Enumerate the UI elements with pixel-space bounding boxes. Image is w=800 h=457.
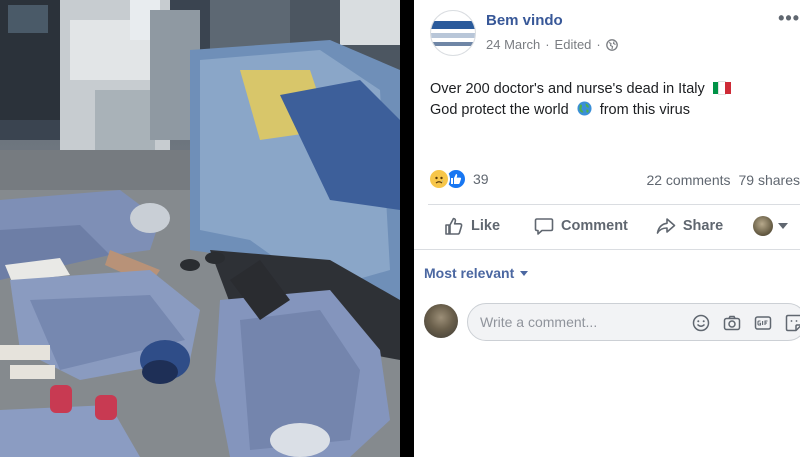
sort-label: Most relevant (424, 265, 515, 281)
chevron-down-icon (778, 223, 789, 229)
reaction-count: 39 (473, 171, 489, 187)
gif-icon[interactable] (753, 313, 773, 333)
share-arrow-icon (656, 218, 676, 234)
post-meta: 24 March · Edited · (486, 37, 618, 52)
italy-flag-icon (712, 80, 731, 95)
comment-icon (534, 218, 554, 235)
post-text-line-1: Over 200 doctor's and nurse's dead in It… (430, 79, 731, 100)
post-header: Bem vindo 24 March · Edited · ••• (414, 0, 800, 64)
page-avatar[interactable] (430, 10, 476, 56)
post-actions: Like Comment Share (428, 206, 800, 246)
share-button[interactable]: Share (656, 206, 723, 246)
comment-sort-dropdown[interactable]: Most relevant (424, 265, 529, 281)
comments-count[interactable]: 22 comments (646, 172, 730, 188)
facebook-post: Bem vindo 24 March · Edited · ••• Over 2… (414, 0, 800, 457)
share-label: Share (682, 218, 724, 234)
post-text: Over 200 doctor's and nurse's dead in It… (430, 79, 731, 121)
sticker-icon[interactable] (784, 313, 800, 333)
thumbs-up-icon (445, 217, 463, 235)
chevron-down-icon (520, 270, 529, 276)
comment-tools (680, 313, 800, 333)
comment-input-box[interactable]: Write a comment... (467, 303, 800, 341)
image-divider (400, 0, 414, 457)
meta-separator: · (596, 37, 601, 52)
globe-icon[interactable] (605, 38, 618, 51)
user-avatar (753, 216, 774, 236)
like-button[interactable]: Like (444, 206, 500, 246)
post-text-line-2-after: from this virus (599, 102, 690, 118)
hospital-floor-scene (0, 0, 400, 457)
comment-composer: Write a comment... (424, 302, 800, 342)
post-text-line-2-before: God protect the world (430, 102, 569, 118)
post-photo[interactable] (0, 0, 400, 457)
comment-input[interactable]: Write a comment... (480, 314, 597, 330)
divider (414, 249, 800, 250)
post-text-line-2: God protect the world from this virus (430, 100, 731, 121)
like-label: Like (471, 218, 501, 234)
comment-label: Comment (561, 218, 628, 234)
earth-emoji-icon (577, 101, 592, 116)
commenter-avatar (424, 304, 458, 338)
reactions-summary[interactable]: 39 (428, 168, 489, 190)
comment-button[interactable]: Comment (534, 206, 628, 246)
edited-label[interactable]: Edited (555, 37, 592, 52)
engagement-counts: 22 comments 79 shares (646, 172, 800, 188)
camera-icon[interactable] (722, 313, 742, 333)
more-options-icon[interactable]: ••• (778, 8, 800, 29)
shares-count[interactable]: 79 shares (739, 172, 800, 188)
divider (428, 204, 800, 205)
profile-selector[interactable] (753, 216, 789, 236)
post-text-line-1-text: Over 200 doctor's and nurse's dead in It… (430, 81, 705, 97)
sad-reaction-icon (428, 168, 450, 190)
meta-separator: · (545, 37, 550, 52)
post-date[interactable]: 24 March (486, 37, 540, 52)
page-name[interactable]: Bem vindo (486, 12, 563, 29)
emoji-icon[interactable] (691, 313, 711, 333)
